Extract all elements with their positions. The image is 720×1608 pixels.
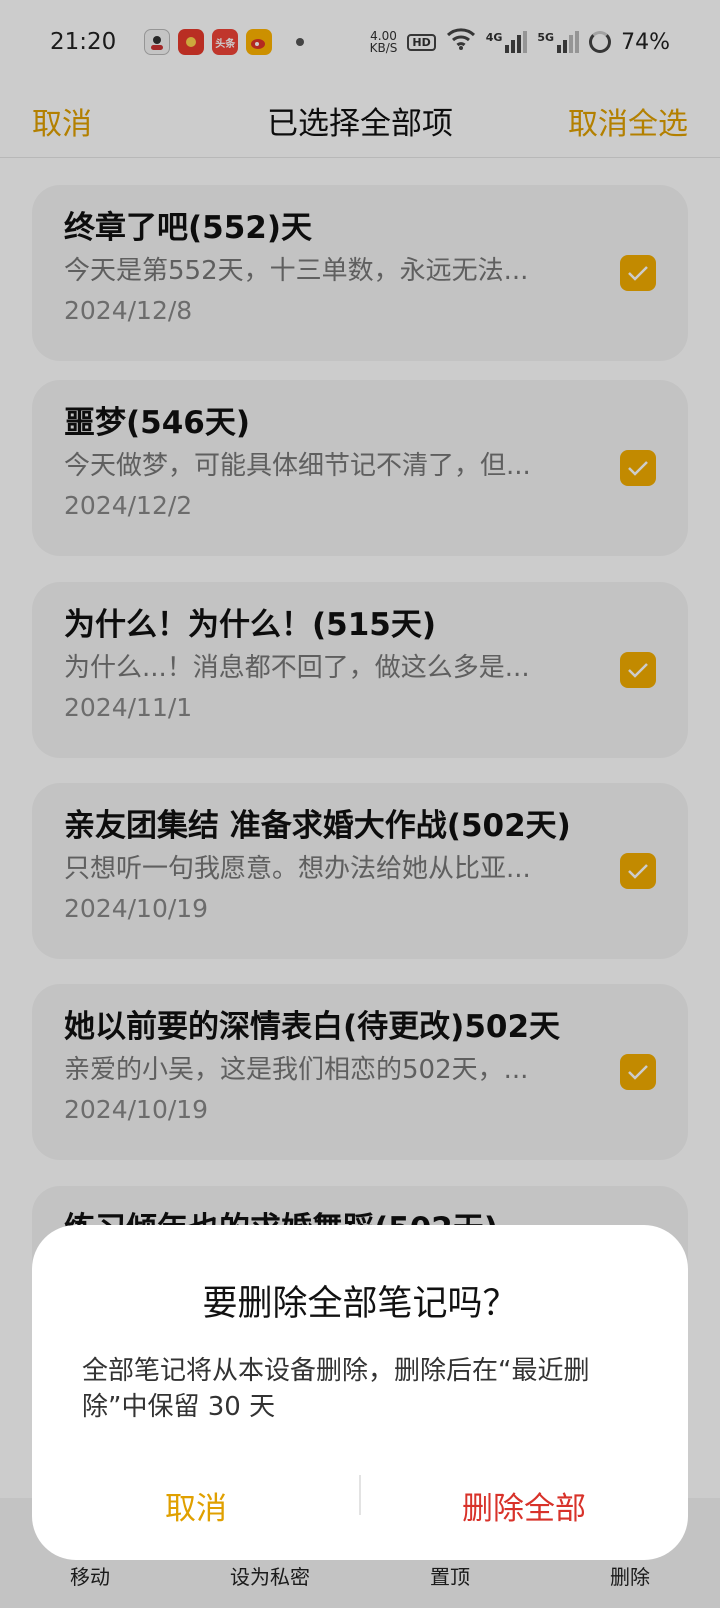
delete-all-button[interactable]: 删除全部 (360, 1475, 688, 1535)
delete-confirm-dialog: 要删除全部笔记吗？ 全部笔记将从本设备删除，删除后在“最近删除”中保留 30 天… (32, 1225, 688, 1560)
dialog-cancel-button[interactable]: 取消 (32, 1475, 360, 1535)
dialog-title: 要删除全部笔记吗？ (202, 1284, 518, 1324)
dialog-message: 全部笔记将从本设备删除，删除后在“最近删除”中保留 30 天 (82, 1356, 590, 1422)
